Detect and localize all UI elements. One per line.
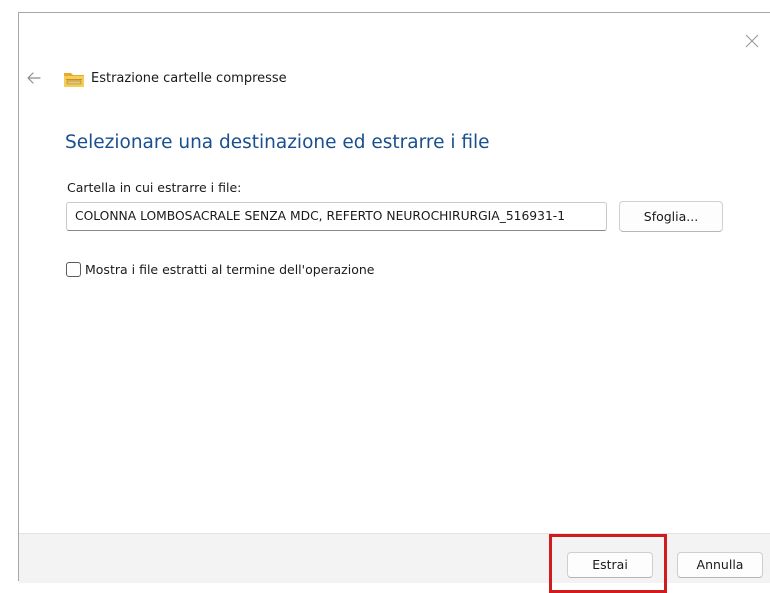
extract-button[interactable]: Estrai: [567, 552, 653, 578]
back-arrow-icon: [27, 72, 41, 84]
window-title: Estrazione cartelle compresse: [91, 71, 287, 86]
close-button[interactable]: [742, 31, 762, 51]
destination-label: Cartella in cui estrarre i file:: [67, 180, 242, 195]
close-icon: [745, 34, 759, 48]
destination-path-input[interactable]: COLONNA LOMBOSACRALE SENZA MDC, REFERTO …: [66, 202, 607, 231]
extract-dialog-window: Estrazione cartelle compresse Selezionar…: [18, 12, 770, 593]
browse-button[interactable]: Sfoglia...: [619, 201, 723, 232]
page-heading: Selezionare una destinazione ed estrarre…: [65, 132, 490, 153]
cancel-button[interactable]: Annulla: [677, 552, 763, 578]
show-files-checkbox[interactable]: [66, 262, 81, 277]
dialog-footer: [19, 533, 770, 583]
back-button[interactable]: [23, 68, 45, 88]
show-files-label: Mostra i file estratti al termine dell'o…: [85, 262, 375, 277]
zip-folder-icon: [63, 71, 85, 88]
